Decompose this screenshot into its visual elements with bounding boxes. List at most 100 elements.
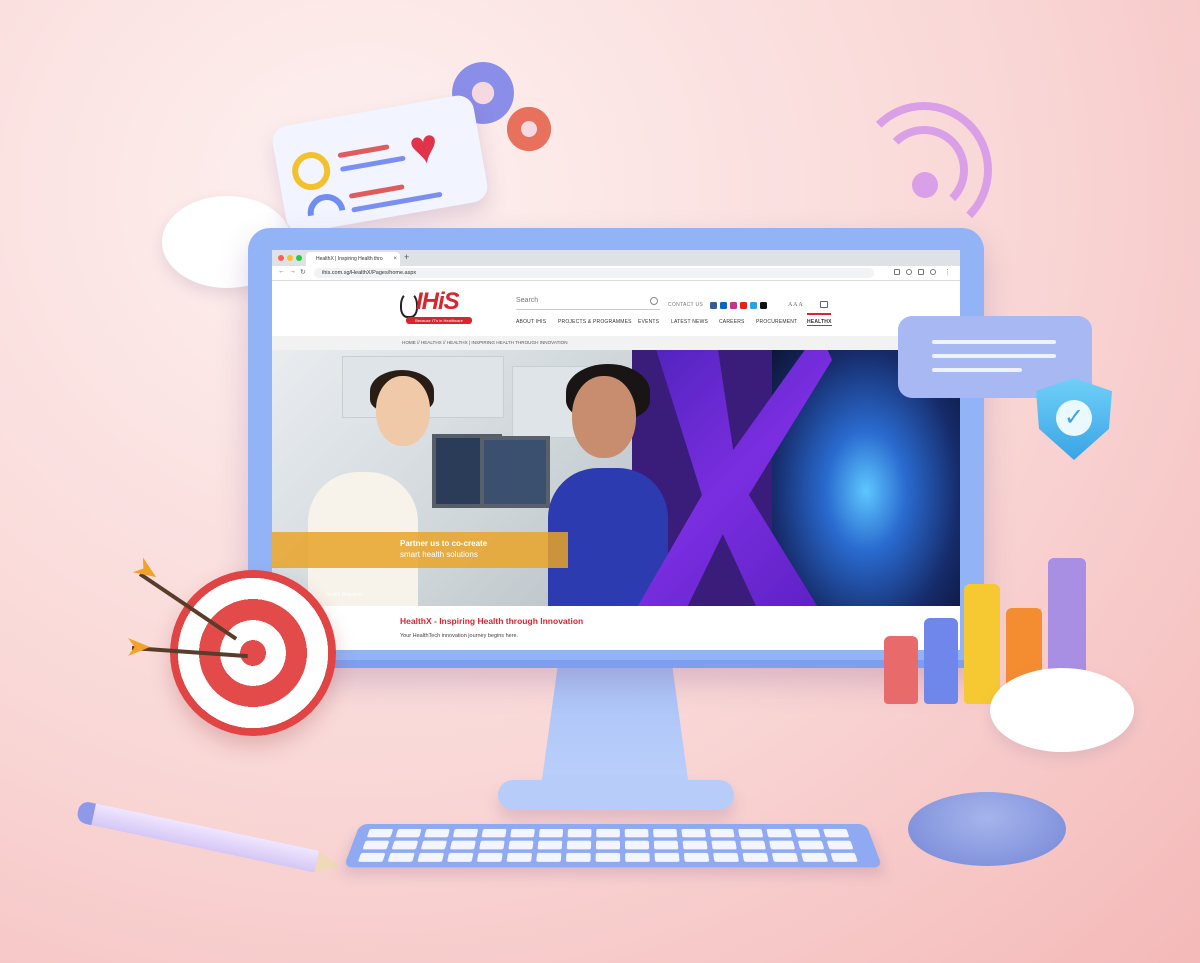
menu-icon[interactable]: ⋮ [944,268,951,276]
keyboard-key [681,828,706,838]
hero-cta-banner[interactable]: Partner us to co-create smart health sol… [272,532,568,568]
youtube-icon[interactable] [740,302,747,309]
pencil-icon [75,800,321,873]
nav-careers[interactable]: CAREERS [719,319,745,325]
keyboard-key [449,840,476,850]
monitor-stand [540,664,690,794]
keyboard-key [424,828,450,838]
logo-tagline: Because IT's in Healthcare [406,317,472,324]
keyboard-key [595,852,621,862]
nav-about-ihis[interactable]: ABOUT IHIS [516,319,546,325]
cloud-decoration [990,668,1134,752]
sidebar-icon[interactable] [918,269,924,275]
keyboard-key [740,840,766,850]
keyboard-key [625,852,650,862]
reload-button[interactable]: ↻ [300,268,306,276]
maximize-window-button[interactable] [296,255,302,261]
page-title: HealthX - Inspiring Health through Innov… [400,616,584,626]
ihis-logo[interactable]: IHiS Because IT's in Healthcare [400,288,478,326]
keyboard-key [538,828,564,838]
keyboard-key [711,840,737,850]
mouse-illustration [908,792,1066,866]
keyboard-key [624,828,649,838]
keyboard-key [769,840,796,850]
breadcrumb: HOME // HEALTHX // HEALTHX | INSPIRING H… [272,336,960,350]
linkedin-icon[interactable] [720,302,727,309]
close-tab-icon[interactable]: × [393,252,397,266]
keyboard-key [362,840,390,850]
back-button[interactable]: ← [278,268,285,275]
keyboard-key [387,852,415,862]
keyboard-key [420,840,448,850]
nav-projects-programmes[interactable]: PROJECTS & PROGRAMMES [558,319,632,325]
patient-face [572,376,636,458]
breadcrumb-text: HOME // HEALTHX // HEALTHX | INSPIRING H… [402,340,568,345]
keyboard-key [357,852,386,862]
active-nav-indicator [807,313,831,315]
nav-healthx[interactable]: HEALTHX [807,319,832,326]
nav-procurement[interactable]: PROCUREMENT [756,319,797,325]
keyboard-key [683,852,710,862]
keyboard-key [830,852,858,862]
page-subtitle: Your HealthTech innovation journey begin… [400,633,519,639]
share-icon[interactable] [894,269,900,275]
wifi-arc [856,102,992,238]
bookmark-star-icon[interactable] [906,269,912,275]
keyboard-key [653,840,679,850]
keyboard-key [536,852,562,862]
keyboard-key [366,828,394,838]
doctor-face [376,376,430,446]
hero-caption: Health Polyclinic [326,592,363,598]
keyboard-key [565,852,591,862]
keyboard-key [417,852,445,862]
browser-tab-bar: HealthX | Inspiring Health thro × + [272,250,960,266]
close-window-button[interactable] [278,255,284,261]
hero-banner: Partner us to co-create smart health sol… [272,350,960,606]
keyboard-key [596,828,620,838]
facebook-icon[interactable] [710,302,717,309]
print-icon[interactable] [820,301,828,308]
hero-line-2: smart health solutions [400,550,478,559]
keyboard-key [624,840,650,850]
keyboard-key [801,852,829,862]
minimize-window-button[interactable] [287,255,293,261]
keyboard-key [742,852,769,862]
logo-text: IHiS [416,288,460,315]
nav-latest-news[interactable]: LATEST NEWS [671,319,708,325]
tab-title: HealthX | Inspiring Health thro [316,256,383,262]
search-input[interactable]: Search [516,297,660,310]
profile-icon[interactable] [930,269,936,275]
monitor-base [498,780,734,810]
keyboard-key [566,840,592,850]
browser-tab[interactable]: HealthX | Inspiring Health thro × [306,252,400,266]
keyboard-key [653,828,678,838]
keyboard-key [452,828,479,838]
keyboard-key [479,840,505,850]
hero-line-1: Partner us to co-create [400,539,488,548]
forward-button[interactable]: → [289,268,296,275]
tiktok-icon[interactable] [760,302,767,309]
keyboard-key [738,828,764,838]
nav-events[interactable]: EVENTS [638,319,659,325]
url-input[interactable]: ihis.com.sg/HealthX/Pages/home.aspx [314,268,874,278]
keyboard-key [766,828,792,838]
clinic-monitor [480,436,550,508]
search-icon[interactable] [650,297,658,305]
main-nav: ABOUT IHIS PROJECTS & PROGRAMMES EVENTS … [516,319,836,329]
browser-screen: HealthX | Inspiring Health thro × + ← → … [272,250,960,650]
keyboard-key [447,852,474,862]
keyboard-illustration [343,824,883,868]
keyboard-key [510,828,535,838]
telegram-icon[interactable] [750,302,757,309]
keyboard-key [771,852,799,862]
contact-us-link[interactable]: CONTACT US [668,302,703,308]
instagram-icon[interactable] [730,302,737,309]
health-card-illustration: ♥ [270,93,490,235]
font-size-control[interactable]: A A A [788,302,803,308]
address-bar-row: ← → ↻ ihis.com.sg/HealthX/Pages/home.asp… [272,266,960,281]
heart-icon: ♥ [405,119,443,177]
new-tab-button[interactable]: + [404,252,409,262]
keyboard-key [797,840,825,850]
keyboard-key [682,840,708,850]
keyboard-key [508,840,534,850]
